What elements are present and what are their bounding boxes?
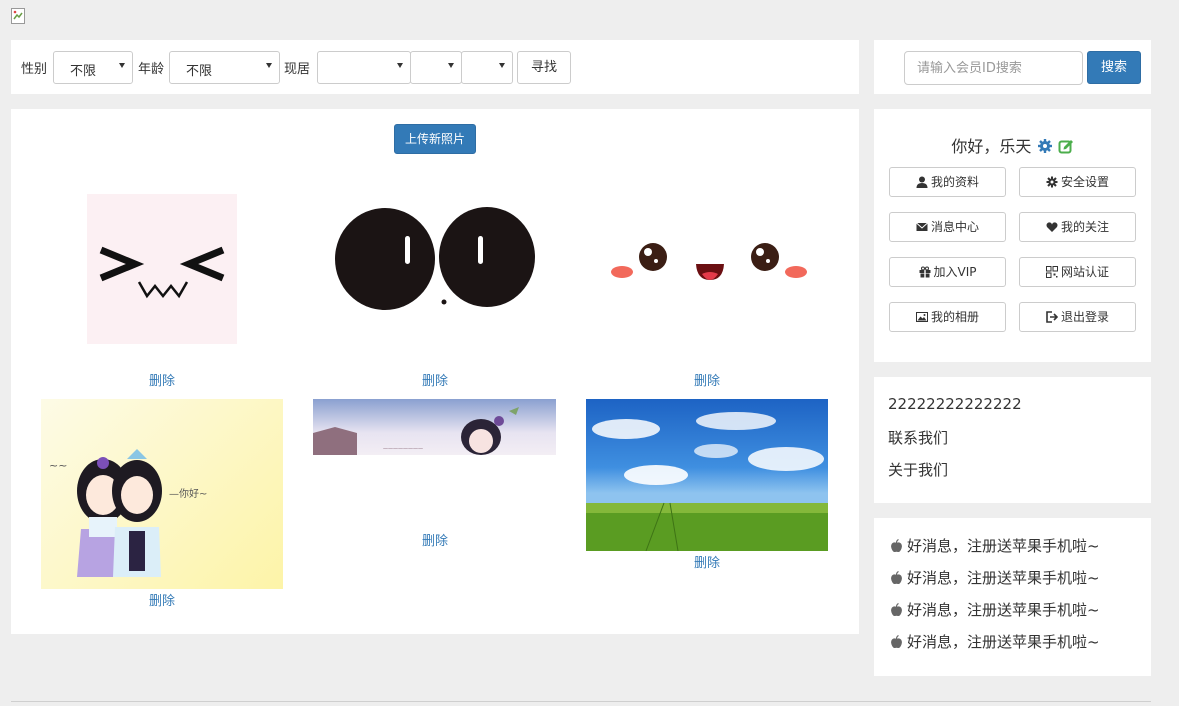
cog-icon[interactable]	[1037, 138, 1053, 154]
qrcode-icon	[1045, 266, 1058, 278]
find-button[interactable]: 寻找	[517, 51, 571, 84]
svg-text:一一一一一一一一: 一一一一一一一一	[383, 447, 423, 453]
search-button[interactable]: 搜索	[1087, 51, 1141, 84]
gender-label: 性别	[21, 62, 48, 77]
filter-bar: 性别 不限 年龄 不限 现居 寻找	[11, 40, 859, 94]
member-id-search-input[interactable]	[904, 51, 1083, 85]
gender-select[interactable]: 不限	[53, 51, 133, 84]
age-label: 年龄	[138, 62, 165, 77]
photo-gallery: 上传新照片 删除 删除 删除 ~~ —你好~ 删除 一一一一一一一一 删除 删除	[11, 109, 859, 634]
age-select[interactable]: 不限	[169, 51, 280, 84]
footer-links-panel: 22222222222222 联系我们 关于我们	[874, 377, 1151, 503]
upload-photo-button[interactable]: 上传新照片	[394, 124, 476, 154]
chevron-down-icon	[499, 63, 505, 68]
user-panel: 你好，乐天 我的资料 安全设置 消息中心 我的关注 加入VIP 网站认证 我的相…	[874, 109, 1151, 362]
gift-icon	[919, 266, 930, 278]
apple-icon	[891, 603, 902, 617]
apple-icon	[891, 539, 902, 553]
footer-divider	[11, 701, 1151, 702]
photo-emoticon-squint[interactable]	[87, 194, 237, 344]
photo-emoticon-blush[interactable]	[586, 194, 828, 344]
logout-icon	[1046, 311, 1058, 323]
district-select[interactable]	[461, 51, 513, 84]
photo-emoticon-big-eyes[interactable]	[313, 194, 555, 344]
city-select[interactable]	[410, 51, 462, 84]
contact-us-link[interactable]: 联系我们	[888, 427, 948, 448]
chevron-down-icon	[448, 63, 454, 68]
my-album-button[interactable]: 我的相册	[889, 302, 1006, 332]
photo-anime-couple[interactable]: ~~ —你好~	[41, 399, 283, 589]
heart-icon	[1046, 222, 1058, 232]
apple-icon	[891, 635, 902, 649]
news-item[interactable]: 好消息，注册送苹果手机啦~	[890, 599, 1100, 620]
security-settings-button[interactable]: 安全设置	[1019, 167, 1136, 197]
photo-anime-banner[interactable]: 一一一一一一一一	[313, 399, 556, 455]
envelope-icon	[916, 222, 928, 231]
svg-text:—你好~: —你好~	[169, 487, 207, 500]
chevron-down-icon	[119, 63, 125, 68]
news-item[interactable]: 好消息，注册送苹果手机啦~	[890, 567, 1100, 588]
province-select[interactable]	[317, 51, 411, 84]
greeting-row: 你好，乐天	[874, 133, 1151, 157]
picture-icon	[915, 312, 928, 322]
site-verification-button[interactable]: 网站认证	[1019, 257, 1136, 287]
chevron-down-icon	[266, 63, 272, 68]
news-panel: 好消息，注册送苹果手机啦~ 好消息，注册送苹果手机啦~ 好消息，注册送苹果手机啦…	[874, 518, 1151, 676]
delete-photo-link[interactable]: 删除	[132, 370, 192, 389]
delete-photo-link[interactable]: 删除	[677, 552, 737, 571]
delete-photo-link[interactable]: 删除	[677, 370, 737, 389]
user-icon	[916, 176, 928, 188]
edit-icon[interactable]	[1058, 138, 1074, 154]
my-follows-button[interactable]: 我的关注	[1019, 212, 1136, 242]
logout-button[interactable]: 退出登录	[1019, 302, 1136, 332]
join-vip-button[interactable]: 加入VIP	[889, 257, 1006, 287]
delete-photo-link[interactable]: 删除	[405, 530, 465, 549]
message-center-button[interactable]: 消息中心	[889, 212, 1006, 242]
svg-text:~~: ~~	[49, 459, 67, 472]
link-item[interactable]: 22222222222222	[888, 395, 1022, 413]
delete-photo-link[interactable]: 删除	[405, 370, 465, 389]
greeting-text: 你好，乐天	[951, 137, 1032, 156]
my-profile-button[interactable]: 我的资料	[889, 167, 1006, 197]
delete-photo-link[interactable]: 删除	[132, 590, 192, 609]
chevron-down-icon	[397, 63, 403, 68]
residence-label: 现居	[284, 62, 311, 77]
news-item[interactable]: 好消息，注册送苹果手机啦~	[890, 535, 1100, 556]
apple-icon	[891, 571, 902, 585]
cog-icon	[1046, 176, 1058, 188]
broken-image-icon	[11, 8, 25, 24]
news-item[interactable]: 好消息，注册送苹果手机啦~	[890, 631, 1100, 652]
member-search: 搜索	[874, 40, 1151, 94]
photo-sky-field[interactable]	[586, 399, 828, 551]
about-us-link[interactable]: 关于我们	[888, 459, 948, 480]
